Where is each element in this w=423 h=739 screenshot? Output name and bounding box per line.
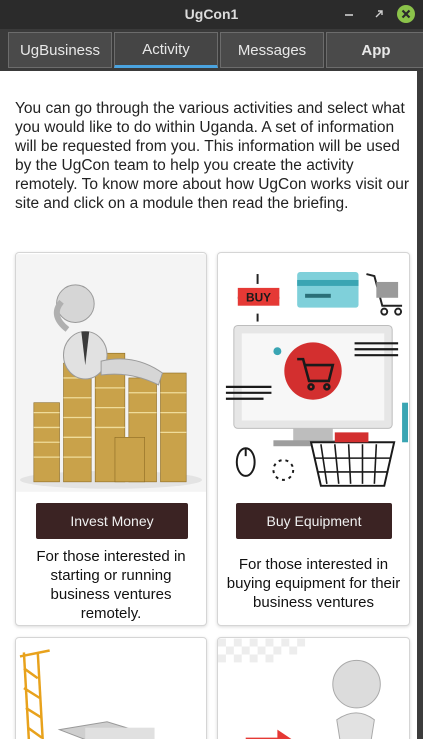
activity-card-4 <box>217 637 410 739</box>
invest-money-button[interactable]: Invest Money <box>36 503 188 539</box>
tab-app[interactable]: App <box>326 32 423 68</box>
tab-activity[interactable]: Activity <box>114 32 218 68</box>
investor-coins-image <box>16 254 206 492</box>
buy-equipment-description: For those interested in buying equipment… <box>226 556 401 611</box>
buy-equipment-card: BUY Buy Equipment For those interested i… <box>217 252 410 626</box>
tab-messages[interactable]: Messages <box>220 32 324 68</box>
buy-equipment-button[interactable]: Buy Equipment <box>236 503 392 539</box>
minimize-icon[interactable] <box>340 5 358 23</box>
buy-label: BUY <box>246 291 271 305</box>
maximize-icon[interactable] <box>370 5 388 23</box>
construction-crane-image <box>16 638 206 739</box>
content-scrollbar[interactable] <box>417 71 423 739</box>
tab-ugbusiness[interactable]: UgBusiness <box>8 32 112 68</box>
figure-with-arrow-image <box>218 638 409 739</box>
close-icon[interactable] <box>397 5 415 23</box>
activity-content: You can go through the various activitie… <box>0 71 417 739</box>
intro-text: You can go through the various activitie… <box>15 100 409 212</box>
tab-bar: UgBusiness Activity Messages App <box>0 29 423 71</box>
invest-money-card: Invest Money For those interested in sta… <box>15 252 207 626</box>
invest-money-description: For those interested in starting or runn… <box>36 548 186 622</box>
activity-card-3 <box>15 637 207 739</box>
window-title: UgCon1 <box>184 6 239 22</box>
online-shopping-image: BUY <box>218 254 409 492</box>
window-titlebar: UgCon1 <box>0 0 423 29</box>
